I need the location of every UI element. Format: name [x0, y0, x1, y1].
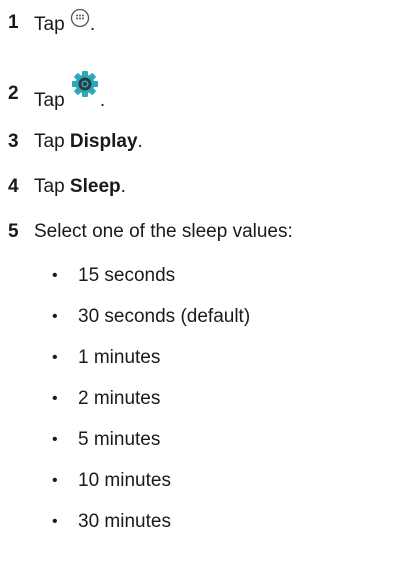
step-prefix: Tap: [34, 131, 70, 152]
step-number: 4: [8, 176, 19, 197]
step-number: 2: [8, 83, 19, 104]
list-item-label: 1 minutes: [78, 347, 161, 368]
list-item-label: 30 seconds (default): [78, 306, 251, 327]
bullet-icon: •: [52, 349, 58, 366]
list-item-label: 10 minutes: [78, 470, 171, 491]
list-item-label: 30 minutes: [78, 511, 171, 532]
bullet-icon: •: [52, 513, 58, 530]
settings-gear-icon: [70, 69, 100, 105]
step-text: Tap .: [34, 71, 106, 119]
step-prefix: Tap: [34, 90, 70, 112]
step-suffix: .: [89, 14, 96, 36]
bullet-icon: •: [52, 308, 58, 325]
step-text: Tap .: [34, 8, 96, 38]
step-prefix: Tap: [34, 176, 70, 197]
step-prefix: Tap: [34, 14, 70, 36]
step-number: 3: [8, 131, 19, 152]
list-item-label: 5 minutes: [78, 429, 161, 450]
apps-grid-icon: [70, 8, 90, 34]
list-item-label: 15 seconds: [78, 265, 176, 286]
bullet-icon: •: [52, 390, 58, 407]
ui-term-display: Display: [69, 131, 138, 152]
bullet-icon: •: [52, 267, 58, 284]
bullet-icon: •: [52, 431, 58, 448]
ui-term-sleep: Sleep: [69, 176, 121, 197]
step-suffix: .: [137, 131, 143, 152]
step-text: Tap Sleep.: [34, 176, 126, 198]
step-number: 1: [8, 12, 19, 33]
step-suffix: .: [99, 90, 106, 112]
bullet-icon: •: [52, 472, 58, 489]
step-text: Tap Display.: [34, 131, 143, 153]
step-suffix: .: [120, 176, 126, 197]
step-text: Select one of the sleep values:: [34, 221, 293, 242]
step-number: 5: [8, 221, 19, 242]
list-item-label: 2 minutes: [78, 388, 161, 409]
